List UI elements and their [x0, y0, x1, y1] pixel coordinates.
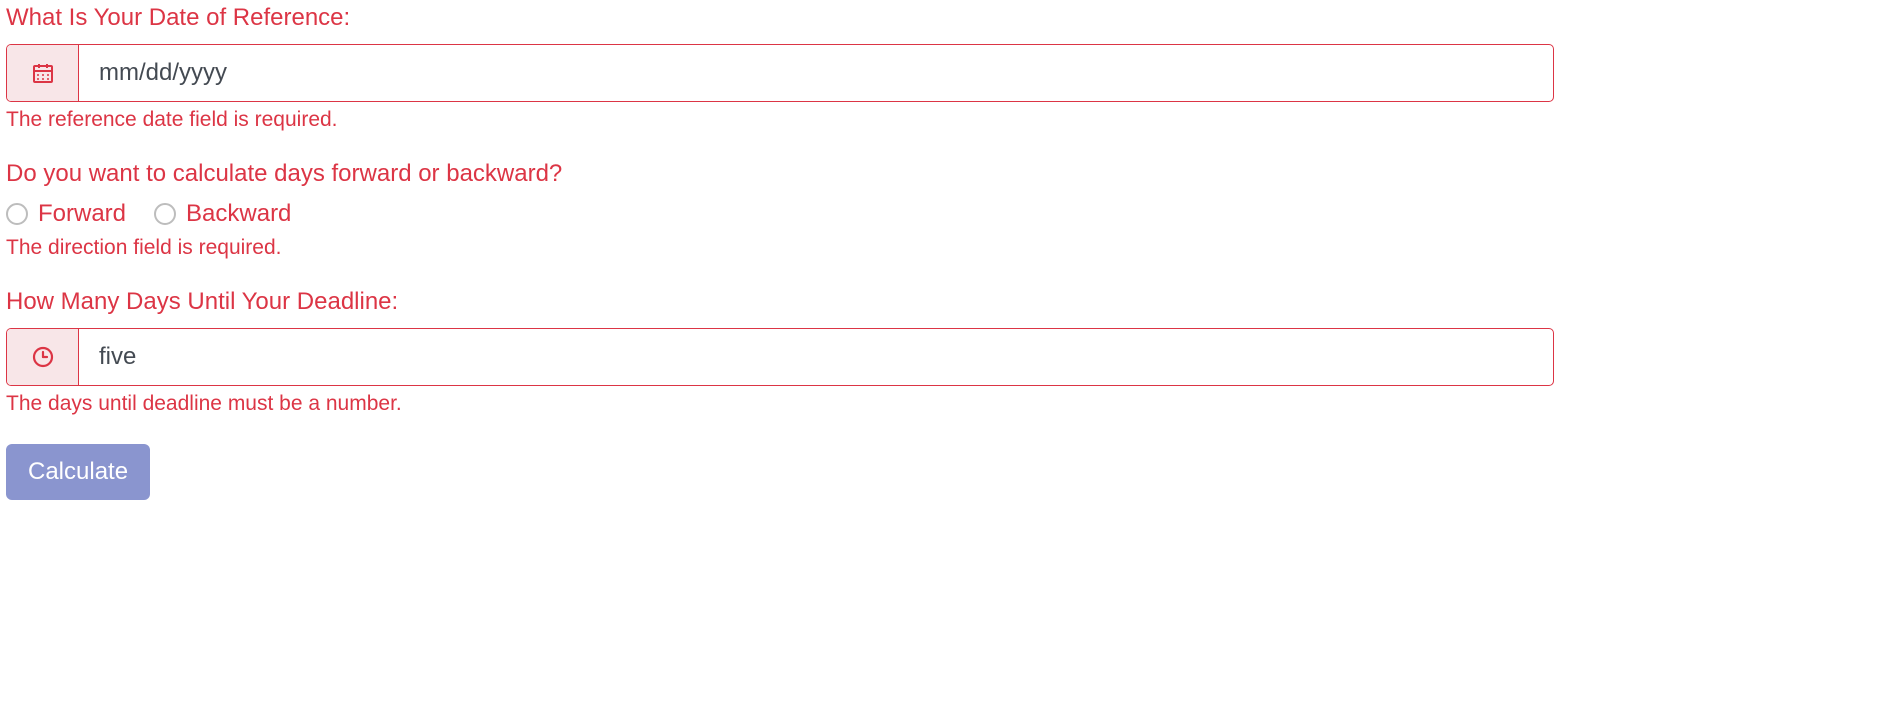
direction-error: The direction field is required.	[6, 236, 1554, 260]
direction-forward-label: Forward	[38, 200, 126, 228]
reference-date-label: What Is Your Date of Reference:	[6, 4, 1554, 32]
clock-icon	[7, 329, 79, 385]
direction-backward-radio[interactable]: Backward	[154, 200, 291, 228]
calendar-icon	[7, 45, 79, 101]
direction-forward-radio[interactable]: Forward	[6, 200, 126, 228]
direction-backward-label: Backward	[186, 200, 291, 228]
reference-date-input[interactable]	[79, 45, 1553, 101]
days-until-input[interactable]	[79, 329, 1553, 385]
reference-date-error: The reference date field is required.	[6, 108, 1554, 132]
direction-group: Do you want to calculate days forward or…	[6, 160, 1554, 260]
direction-label: Do you want to calculate days forward or…	[6, 160, 1554, 188]
reference-date-input-group	[6, 44, 1554, 102]
days-until-label: How Many Days Until Your Deadline:	[6, 288, 1554, 316]
days-until-error: The days until deadline must be a number…	[6, 392, 1554, 416]
calculate-button[interactable]: Calculate	[6, 444, 150, 500]
reference-date-group: What Is Your Date of Reference: The r	[6, 4, 1554, 132]
days-until-input-group	[6, 328, 1554, 386]
direction-radio-row: Forward Backward	[6, 200, 1554, 228]
radio-circle-icon	[6, 203, 28, 225]
days-until-group: How Many Days Until Your Deadline: The d…	[6, 288, 1554, 416]
radio-circle-icon	[154, 203, 176, 225]
